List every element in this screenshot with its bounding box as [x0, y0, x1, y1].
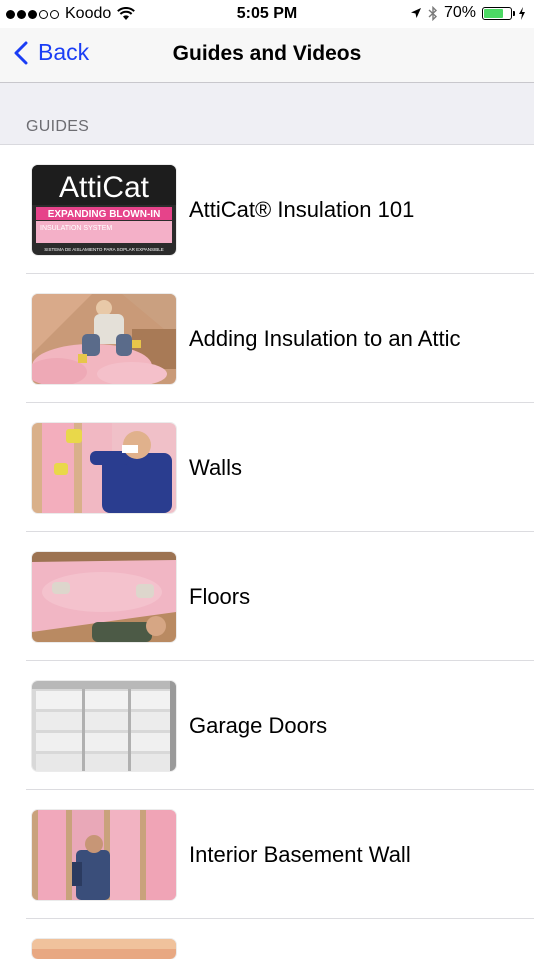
walls-insulation-photo [32, 423, 176, 513]
guide-label: Garage Doors [189, 713, 328, 738]
thumb-line2: INSULATION SYSTEM [40, 225, 112, 232]
charging-bolt-icon [519, 6, 525, 20]
garage-door-photo [32, 681, 176, 771]
atticat-logo-thumbnail: AttiCat EXPANDING BLOWN-IN INSULATION SY… [32, 165, 176, 255]
guide-row-walls[interactable]: Walls [26, 403, 534, 532]
guide-row-partial[interactable] [26, 919, 534, 959]
status-right: 70% [410, 4, 526, 22]
floors-insulation-photo [32, 552, 176, 642]
guide-row-garage-doors[interactable]: Garage Doors [26, 661, 534, 790]
guide-label: Floors [189, 584, 251, 609]
thumb-title: AttiCat [59, 171, 150, 204]
guide-label: Interior Basement Wall [189, 842, 411, 867]
battery-percent: 70% [443, 4, 476, 21]
status-bar: Koodo 5:05 PM 70% [0, 0, 534, 28]
partial-guide-thumbnail [32, 939, 176, 959]
basement-wall-photo [32, 810, 176, 900]
guide-row-floors[interactable]: Floors [26, 532, 534, 661]
guides-list: AttiCat EXPANDING BLOWN-IN INSULATION SY… [0, 145, 534, 959]
guide-row-atticat[interactable]: AttiCat EXPANDING BLOWN-IN INSULATION SY… [26, 145, 534, 274]
guide-label: Adding Insulation to an Attic [189, 326, 461, 351]
thumb-subtitle: EXPANDING BLOWN-IN [48, 209, 161, 220]
section-header: GUIDES [0, 83, 534, 145]
thumb-line3: SISTEMA DE AISLAMIENTO PARA SOPLAR EXPAN… [44, 247, 164, 252]
section-header-label: GUIDES [26, 118, 90, 135]
guide-label: AttiCat® Insulation 101 [189, 197, 415, 222]
bluetooth-icon [428, 5, 437, 21]
page-title: Guides and Videos [172, 42, 362, 65]
guide-row-interior-basement-wall[interactable]: Interior Basement Wall [26, 790, 534, 919]
location-arrow-icon [410, 7, 421, 18]
guide-label: Walls [189, 455, 242, 480]
battery-icon [482, 6, 515, 20]
attic-insulation-photo [32, 294, 176, 384]
guide-row-attic[interactable]: Adding Insulation to an Attic [26, 274, 534, 403]
navigation-bar: Back Guides and Videos [0, 28, 534, 83]
